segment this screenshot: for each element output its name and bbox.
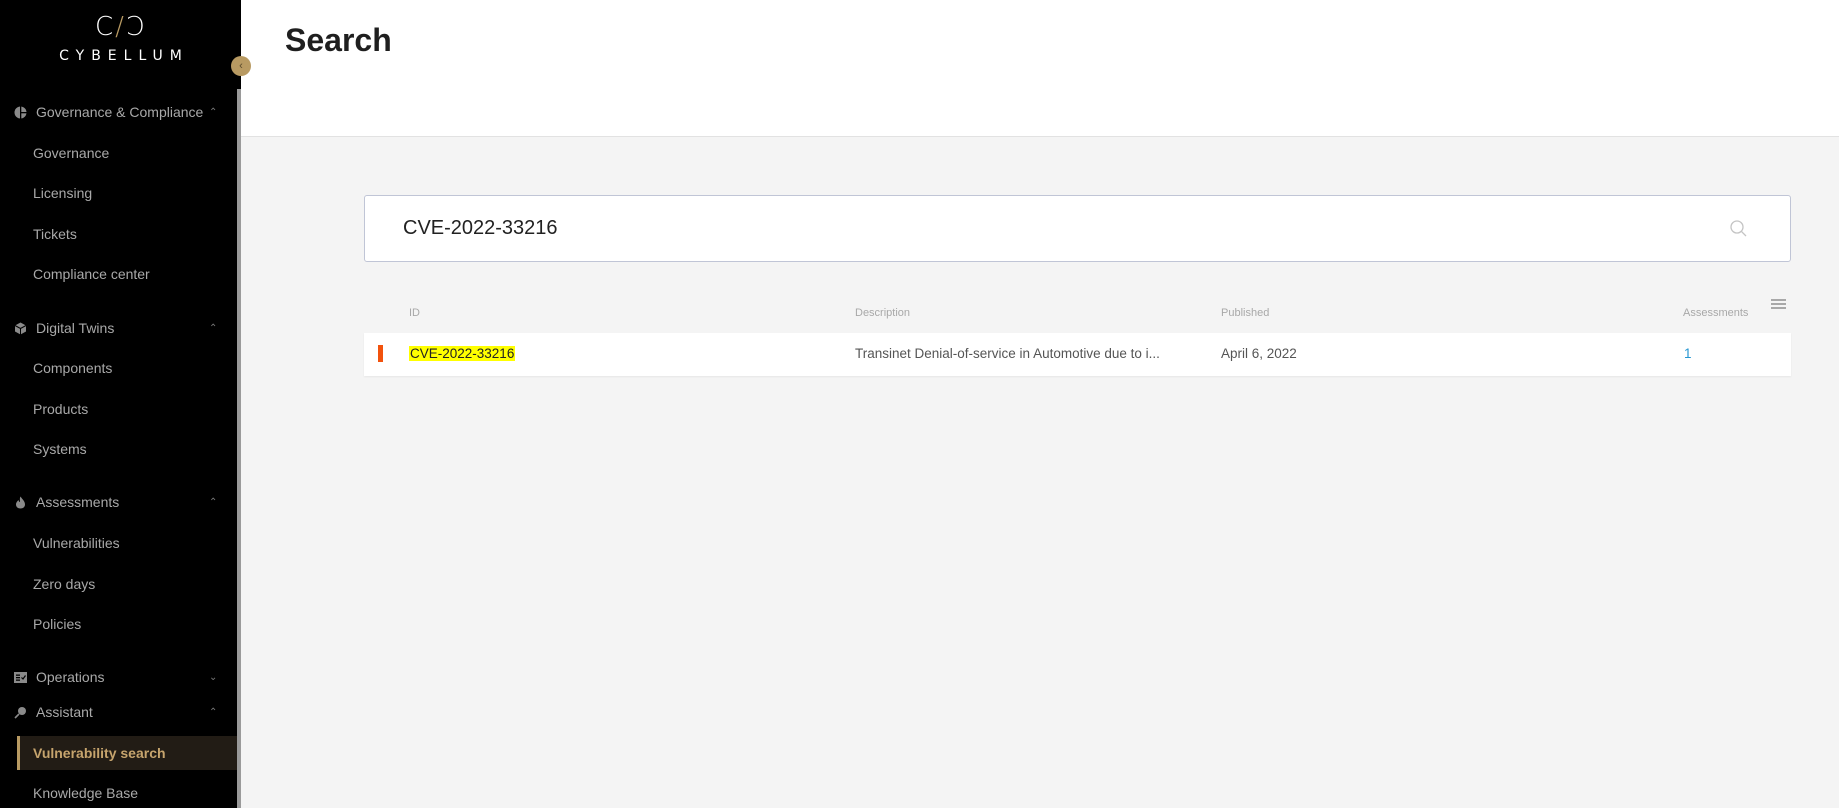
sidebar-group-assessments[interactable]: Assessments ⌃ — [0, 488, 237, 516]
column-menu-icon[interactable] — [1771, 299, 1786, 311]
logo-text: CYBELLUM — [59, 48, 189, 64]
sidebar-group-governance-compliance[interactable]: Governance & Compliance ⌃ — [0, 98, 237, 126]
description-cell: Transinet Denial-of-service in Automotiv… — [855, 346, 1160, 361]
sidebar-group-operations[interactable]: Operations ⌄ — [0, 663, 237, 691]
severity-indicator — [378, 345, 383, 362]
sidebar-group-label: Digital Twins — [36, 320, 115, 336]
sidebar-item-compliance-center[interactable]: Compliance center — [0, 259, 237, 289]
page-title: Search — [285, 22, 392, 58]
column-header-id[interactable]: ID — [409, 307, 420, 319]
cve-id[interactable]: CVE-2022-33216 — [409, 346, 516, 361]
sidebar-item-products[interactable]: Products — [0, 394, 237, 424]
sidebar-item-licensing[interactable]: Licensing — [0, 178, 237, 208]
sidebar-item-policies[interactable]: Policies — [0, 609, 237, 639]
sidebar-group-label: Assistant — [36, 704, 93, 720]
sidebar-item-tickets[interactable]: Tickets — [0, 219, 237, 249]
published-cell: April 6, 2022 — [1221, 346, 1297, 361]
table-row[interactable]: CVE-2022-33216 Transinet Denial-of-servi… — [364, 333, 1791, 376]
chevron-up-icon: ⌃ — [209, 706, 218, 718]
sidebar-group-digital-twins[interactable]: Digital Twins ⌃ — [0, 314, 237, 342]
chevron-up-icon: ⌃ — [209, 496, 218, 508]
sidebar-item-components[interactable]: Components — [0, 353, 237, 383]
sidebar-group-label: Operations — [36, 669, 105, 685]
flame-icon — [14, 496, 27, 509]
sidebar-item-knowledge-base[interactable]: Knowledge Base — [0, 778, 237, 808]
sidebar: C/Ɔ CYBELLUM Governance & Compliance ⌃ G… — [0, 0, 241, 808]
search-box — [364, 195, 1791, 262]
search-icon[interactable] — [1728, 218, 1750, 240]
cube-icon — [14, 322, 27, 335]
magnifier-icon — [14, 706, 27, 719]
chevron-up-icon: ⌃ — [209, 322, 218, 334]
logo-mark: C/Ɔ — [94, 12, 147, 42]
column-header-published[interactable]: Published — [1221, 307, 1269, 319]
chevron-down-icon: ⌄ — [209, 671, 218, 683]
sidebar-item-zero-days[interactable]: Zero days — [0, 569, 237, 599]
sidebar-item-vulnerability-search[interactable]: Vulnerability search — [17, 736, 237, 770]
sidebar-scrollbar[interactable] — [237, 89, 241, 808]
sidebar-item-systems[interactable]: Systems — [0, 434, 237, 464]
checklist-icon — [14, 671, 27, 684]
page-header: Search — [241, 0, 1839, 137]
chevron-up-icon: ⌃ — [209, 106, 218, 118]
column-header-assessments[interactable]: Assessments — [1683, 307, 1748, 319]
sidebar-group-assistant[interactable]: Assistant ⌃ — [0, 698, 237, 726]
assessments-link[interactable]: 1 — [1684, 346, 1692, 361]
search-input[interactable] — [403, 196, 1703, 261]
pie-chart-icon — [14, 105, 27, 119]
collapse-sidebar-button[interactable]: ‹ — [231, 56, 251, 76]
sidebar-group-label: Assessments — [36, 494, 120, 510]
sidebar-group-label: Governance & Compliance — [36, 104, 204, 120]
sidebar-item-vulnerabilities[interactable]: Vulnerabilities — [0, 528, 237, 558]
sidebar-item-governance[interactable]: Governance — [0, 138, 237, 168]
column-header-description[interactable]: Description — [855, 307, 910, 319]
